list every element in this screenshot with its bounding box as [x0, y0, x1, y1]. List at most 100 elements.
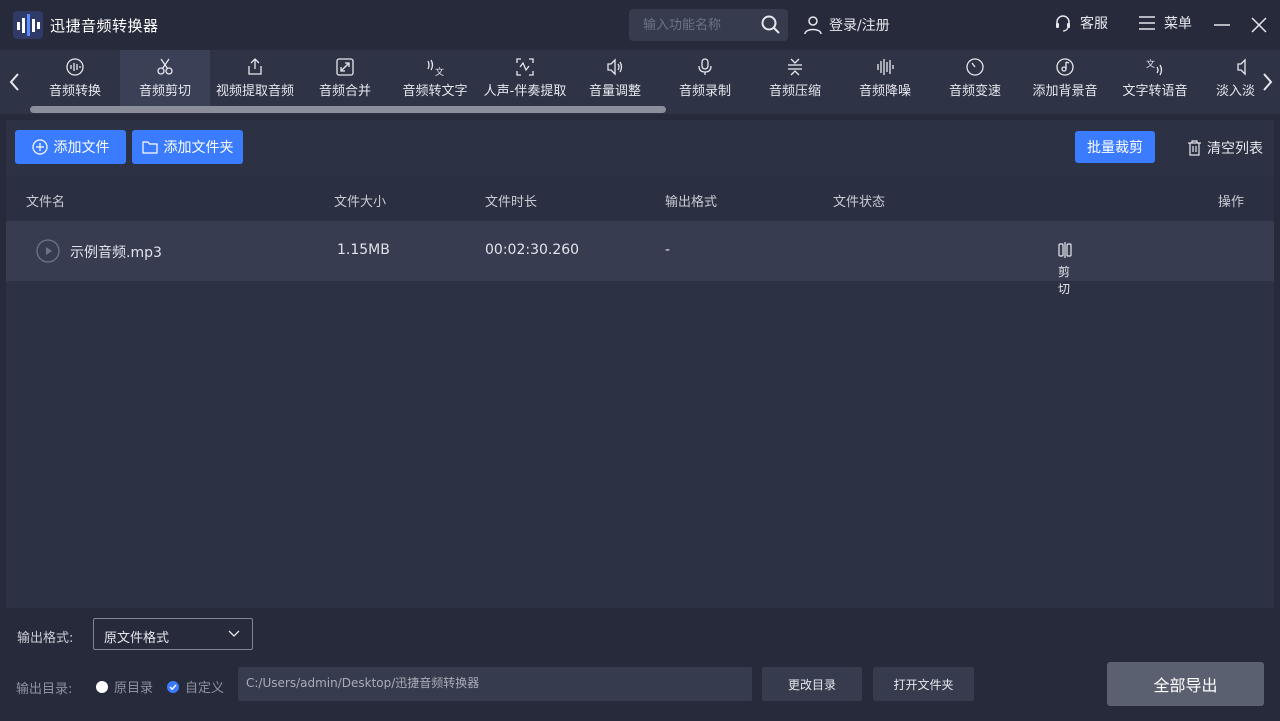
tool-text-to-speech[interactable]: 文 文字转语音 — [1110, 50, 1200, 106]
menu-label: 菜单 — [1164, 16, 1192, 32]
change-dir-button[interactable]: 更改目录 — [762, 667, 862, 701]
output-format-select[interactable]: 原文件格式 — [93, 618, 253, 650]
login-label: 登录/注册 — [829, 18, 890, 34]
tool-audio-merge[interactable]: 音频合并 — [300, 50, 390, 106]
trim-icon — [1058, 242, 1072, 258]
play-icon[interactable] — [36, 239, 60, 263]
file-name: 示例音频.mp3 — [70, 245, 162, 261]
vocal-extract-icon — [516, 58, 534, 76]
file-duration: 00:02:30.260 — [485, 242, 580, 258]
hamburger-icon — [1139, 16, 1155, 30]
svg-text:文: 文 — [1146, 58, 1155, 70]
tool-audio-record[interactable]: 音频录制 — [660, 50, 750, 106]
tool-add-background[interactable]: 添加背景音 — [1020, 50, 1110, 106]
plus-circle-icon — [31, 139, 48, 155]
output-path-input[interactable] — [246, 675, 736, 689]
svg-text:文: 文 — [435, 66, 444, 76]
function-search[interactable] — [629, 9, 788, 41]
radio-dot-checked — [167, 680, 179, 693]
open-folder-button[interactable]: 打开文件夹 — [873, 667, 974, 701]
login-register-button[interactable]: 登录/注册 — [803, 13, 890, 37]
tool-speed-change[interactable]: 音频变速 — [930, 50, 1020, 106]
radio-original-label: 原目录 — [114, 681, 154, 696]
tool-audio-compress[interactable]: 音频压缩 — [750, 50, 840, 106]
service-label: 客服 — [1080, 16, 1108, 32]
output-path-field[interactable] — [238, 667, 752, 701]
radio-dot — [96, 680, 108, 693]
tool-label: 音频变速 — [948, 84, 1001, 99]
table-row[interactable]: 示例音频.mp3 1.15MB 00:02:30.260 - 剪切 — [6, 221, 1274, 296]
speech-to-text-icon: 文 — [427, 59, 444, 76]
clear-list-label: 清空列表 — [1207, 141, 1263, 157]
noise-bars-icon — [877, 59, 894, 75]
share-upload-icon — [248, 58, 262, 75]
folder-icon — [141, 141, 158, 154]
tool-strip: 音频转换 音频剪切 视频提取音频 音频合并 文 音频转文字 人声-伴奏提取 音量… — [0, 50, 1280, 114]
header-file-size: 文件大小 — [334, 195, 387, 210]
tool-label: 淡入淡出 — [1216, 84, 1256, 99]
tool-fade[interactable]: 淡入淡出 — [1200, 50, 1256, 106]
table-header: 文件名 文件大小 文件时长 输出格式 文件状态 操作 — [6, 176, 1274, 221]
add-folder-label: 添加文件夹 — [163, 140, 234, 156]
export-all-button[interactable]: 全部导出 — [1107, 662, 1264, 706]
header-file-status: 文件状态 — [833, 195, 886, 210]
customer-service-button[interactable]: 客服 — [1054, 13, 1108, 33]
radio-custom-dir[interactable]: 自定义 — [167, 677, 224, 696]
output-format-label: 输出格式: — [17, 631, 74, 646]
text-to-speech-icon: 文 — [1146, 58, 1163, 76]
add-folder-button[interactable]: 添加文件夹 — [132, 130, 243, 164]
tool-label: 文字转语音 — [1122, 84, 1188, 99]
user-icon — [804, 16, 822, 35]
header-file-name: 文件名 — [26, 195, 66, 210]
tool-strip-scrollbar[interactable] — [30, 106, 666, 113]
tool-volume-adjust[interactable]: 音量调整 — [570, 50, 660, 106]
main-menu-button[interactable]: 菜单 — [1138, 13, 1192, 33]
speedometer-icon — [966, 58, 984, 76]
tool-audio-to-text[interactable]: 文 音频转文字 — [390, 50, 480, 106]
tool-label: 音频转文字 — [402, 84, 468, 99]
microphone-icon — [698, 58, 712, 75]
add-file-button[interactable]: 添加文件 — [15, 130, 126, 164]
output-dir-label: 输出目录: — [16, 682, 73, 697]
radio-custom-label: 自定义 — [185, 681, 225, 696]
chevron-left-icon[interactable] — [6, 70, 24, 94]
scissors-icon — [157, 58, 173, 75]
title-bar: 迅捷音频转换器 登录/注册 客服 菜单 — [0, 0, 1280, 50]
tool-audio-convert[interactable]: 音频转换 — [30, 50, 120, 106]
output-format: - — [665, 242, 671, 258]
minimize-icon[interactable] — [1212, 16, 1232, 34]
search-icon[interactable] — [760, 14, 782, 36]
headset-icon — [1056, 15, 1070, 32]
file-size: 1.15MB — [337, 242, 390, 258]
tool-video-extract-audio[interactable]: 视频提取音频 — [210, 50, 300, 106]
batch-cut-button[interactable]: 批量裁剪 — [1075, 131, 1155, 163]
add-file-label: 添加文件 — [53, 140, 110, 156]
tool-label: 添加背景音 — [1032, 84, 1098, 99]
clear-list-button[interactable]: 清空列表 — [1187, 138, 1263, 158]
speaker-icon — [607, 58, 623, 76]
tool-label: 音频压缩 — [768, 84, 821, 99]
app-logo-icon — [13, 11, 43, 39]
music-disc-icon — [1056, 58, 1074, 76]
tool-vocal-extract[interactable]: 人声-伴奏提取 — [480, 50, 570, 106]
tool-label: 音频剪切 — [138, 84, 191, 99]
tool-audio-cut[interactable]: 音频剪切 — [120, 50, 210, 106]
tool-label: 视频提取音频 — [215, 84, 294, 99]
cut-label: 剪切 — [1058, 265, 1071, 296]
app-title: 迅捷音频转换器 — [50, 17, 159, 35]
header-output-format: 输出格式 — [665, 195, 718, 210]
chevron-down-icon — [228, 630, 240, 637]
tool-label: 音频合并 — [318, 84, 371, 99]
search-input[interactable] — [643, 16, 753, 34]
tool-label: 音频降噪 — [858, 84, 911, 99]
fade-icon — [1237, 58, 1246, 76]
merge-expand-icon — [336, 58, 354, 76]
compress-icon — [788, 58, 802, 76]
radio-original-dir[interactable]: 原目录 — [96, 677, 153, 696]
tool-noise-reduction[interactable]: 音频降噪 — [840, 50, 930, 106]
waveform-circle-icon — [66, 58, 84, 76]
close-icon[interactable] — [1249, 15, 1269, 35]
chevron-right-icon[interactable] — [1258, 70, 1276, 94]
tool-label: 音量调整 — [588, 84, 641, 99]
cut-button[interactable]: 剪切 — [1058, 242, 1076, 296]
